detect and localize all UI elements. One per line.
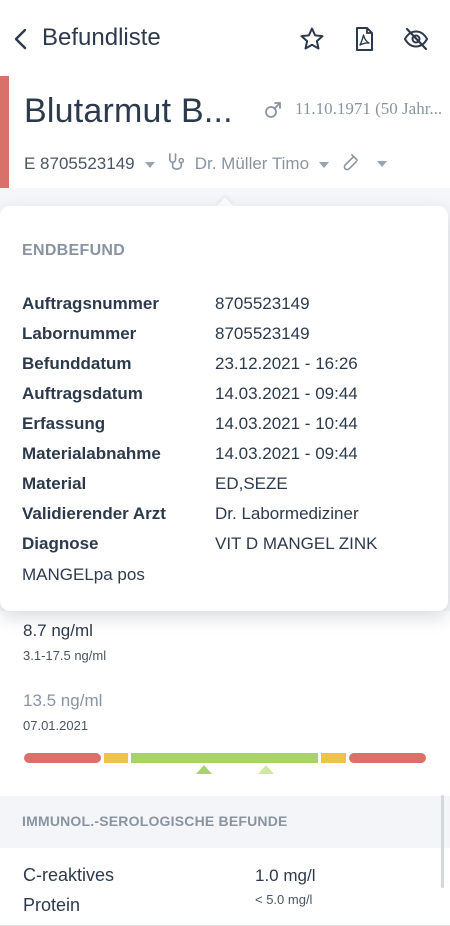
- top-bar: Befundliste: [0, 0, 450, 76]
- eye-off-icon[interactable]: [403, 26, 429, 52]
- result-card[interactable]: 8.7 ng/ml 3.1-17.5 ng/ml 13.5 ng/ml 07.0…: [0, 611, 450, 796]
- chevron-down-icon: [145, 161, 156, 168]
- previous-value-marker: [258, 765, 274, 774]
- test-tube-icon: [343, 153, 359, 171]
- range-segment-high: [349, 753, 426, 763]
- male-gender-icon: [265, 102, 281, 118]
- test-value: 1.0 mg/l: [255, 866, 316, 885]
- page-title: Blutarmut B...: [24, 92, 233, 130]
- order-selector[interactable]: E 8705523149: [24, 154, 156, 174]
- patient-birthdate: 11.10.1971 (50 Jahr...: [295, 99, 443, 118]
- detail-label: Auftragsnummer: [22, 294, 159, 313]
- pdf-icon[interactable]: [351, 26, 377, 52]
- detail-value: 8705523149: [215, 294, 310, 313]
- section-title: IMMUNOL.-SEROLOGISCHE BEFUNDE: [22, 813, 288, 829]
- detail-label: Validierender Arzt: [22, 504, 166, 523]
- detail-label: Auftragsdatum: [22, 384, 143, 403]
- range-segment-low-warn: [104, 753, 128, 763]
- result-value: 8.7 ng/ml: [23, 621, 93, 640]
- detail-value: 23.12.2021 - 16:26: [215, 354, 358, 373]
- range-segment-low: [24, 753, 101, 763]
- section-header: IMMUNOL.-SEROLOGISCHE BEFUNDE: [0, 796, 450, 848]
- detail-label: Materialabnahme: [22, 444, 161, 463]
- report-header: Blutarmut B... 11.10.1971 (50 Jahr... E …: [0, 76, 450, 188]
- detail-label: Labornummer: [22, 324, 137, 343]
- detail-value: 14.03.2021 - 09:44: [215, 384, 358, 403]
- status-accent-bar: [0, 76, 9, 188]
- detail-value: 14.03.2021 - 09:44: [215, 444, 358, 463]
- range-segment-normal: [131, 753, 318, 763]
- detail-value: Dr. Labormediziner: [215, 504, 359, 523]
- chevron-down-icon: [376, 160, 387, 167]
- scrollbar[interactable]: [441, 795, 444, 888]
- doctor-name: Dr. Müller Timo: [194, 154, 310, 173]
- tube-selector[interactable]: [340, 152, 387, 173]
- detail-value: 14.03.2021 - 10:44: [215, 414, 358, 433]
- reference-range: 3.1-17.5 ng/ml: [23, 648, 107, 663]
- detail-value: VIT D MANGEL ZINK: [215, 534, 378, 553]
- chevron-down-icon: [318, 161, 329, 168]
- detail-value: 8705523149: [215, 324, 310, 343]
- current-value-marker: [196, 765, 212, 774]
- range-segment-high-warn: [321, 753, 346, 763]
- popup-heading: ENDBEFUND: [22, 242, 126, 259]
- list-item[interactable]: C-reaktives Protein 1.0 mg/l < 5.0 mg/l: [0, 848, 450, 926]
- report-details-popup: ENDBEFUND Auftragsnummer 8705523149 Labo…: [0, 206, 448, 611]
- previous-value: 13.5 ng/ml: [23, 691, 103, 710]
- order-id: E 8705523149: [24, 154, 135, 173]
- chevron-left-icon[interactable]: [12, 27, 32, 51]
- previous-date: 07.01.2021: [23, 718, 89, 733]
- stethoscope-icon: [169, 153, 185, 170]
- detail-label: Erfassung: [22, 414, 106, 433]
- detail-label: Diagnose: [22, 534, 99, 553]
- doctor-selector[interactable]: Dr. Müller Timo: [166, 152, 329, 174]
- back-link[interactable]: Befundliste: [42, 24, 161, 52]
- test-reference-range: < 5.0 mg/l: [255, 892, 313, 907]
- star-icon[interactable]: [299, 26, 325, 52]
- diagnosis-continued: MANGELpa pos: [22, 565, 145, 584]
- detail-label: Material: [22, 474, 87, 493]
- detail-label: Befunddatum: [22, 354, 132, 373]
- detail-value: ED,SEZE: [215, 474, 288, 493]
- test-name: C-reaktives Protein: [23, 865, 115, 915]
